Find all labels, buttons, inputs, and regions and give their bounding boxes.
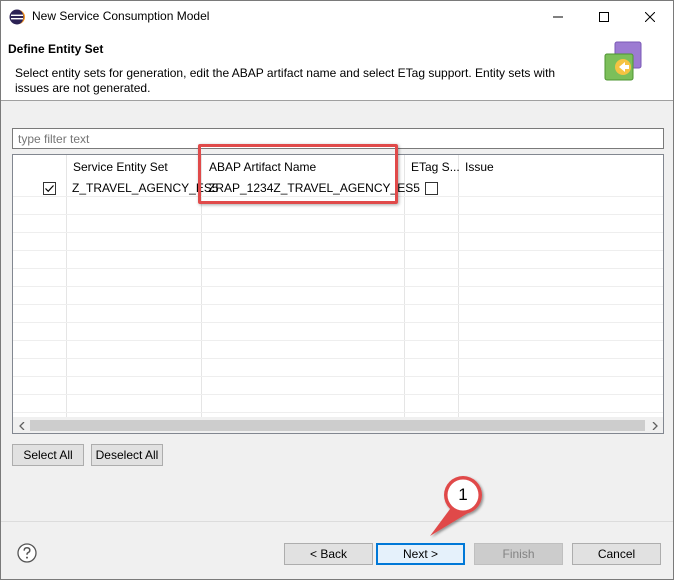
row-divider: [13, 214, 663, 215]
footer-separator: [1, 521, 673, 522]
row-divider: [13, 412, 663, 413]
wizard-header: Define Entity Set Select entity sets for…: [1, 32, 673, 100]
service-entity-set-cell: Z_TRAVEL_AGENCY_ES5: [72, 181, 219, 195]
wizard-banner-icon: [604, 41, 642, 81]
column-header-issue[interactable]: Issue: [465, 160, 494, 174]
maximize-button[interactable]: [581, 1, 627, 32]
annotation-highlight-box: [198, 144, 398, 204]
close-icon: [645, 11, 655, 22]
row-divider: [13, 322, 663, 323]
row-divider: [13, 268, 663, 269]
minimize-icon: [553, 16, 563, 17]
back-button[interactable]: < Back: [284, 543, 373, 565]
row-divider: [13, 340, 663, 341]
maximize-icon: [599, 11, 609, 22]
finish-button: Finish: [474, 543, 563, 565]
page-description: Select entity sets for generation, edit …: [15, 66, 556, 95]
horizontal-scrollbar[interactable]: [13, 417, 663, 433]
row-select-checkbox[interactable]: [43, 182, 56, 195]
column-header-etag-support[interactable]: ETag S...: [411, 160, 460, 174]
close-button[interactable]: [627, 1, 673, 32]
next-button[interactable]: Next >: [376, 543, 465, 565]
step-number-badge: 1: [458, 485, 468, 504]
column-header-service-entity-set[interactable]: Service Entity Set: [73, 160, 168, 174]
scrollbar-thumb[interactable]: [30, 420, 645, 431]
row-divider: [13, 232, 663, 233]
help-icon[interactable]: [17, 543, 37, 563]
page-title: Define Entity Set: [8, 42, 104, 56]
row-divider: [13, 304, 663, 305]
wizard-window: New Service Consumption Model Define Ent…: [0, 0, 674, 580]
cancel-button[interactable]: Cancel: [572, 543, 661, 565]
etag-support-checkbox[interactable]: [425, 182, 438, 195]
minimize-button[interactable]: [535, 1, 581, 32]
row-divider: [13, 250, 663, 251]
deselect-all-button[interactable]: Deselect All: [91, 444, 163, 466]
row-divider: [13, 358, 663, 359]
checkmark-icon: [45, 185, 54, 193]
scroll-left-icon[interactable]: [13, 417, 30, 433]
eclipse-icon: [9, 9, 25, 25]
header-separator: [1, 100, 673, 101]
scroll-right-icon[interactable]: [646, 417, 663, 433]
select-all-button[interactable]: Select All: [12, 444, 84, 466]
title-bar: New Service Consumption Model: [1, 1, 673, 32]
window-title: New Service Consumption Model: [32, 9, 210, 23]
row-divider: [13, 286, 663, 287]
row-divider: [13, 376, 663, 377]
row-divider: [13, 394, 663, 395]
